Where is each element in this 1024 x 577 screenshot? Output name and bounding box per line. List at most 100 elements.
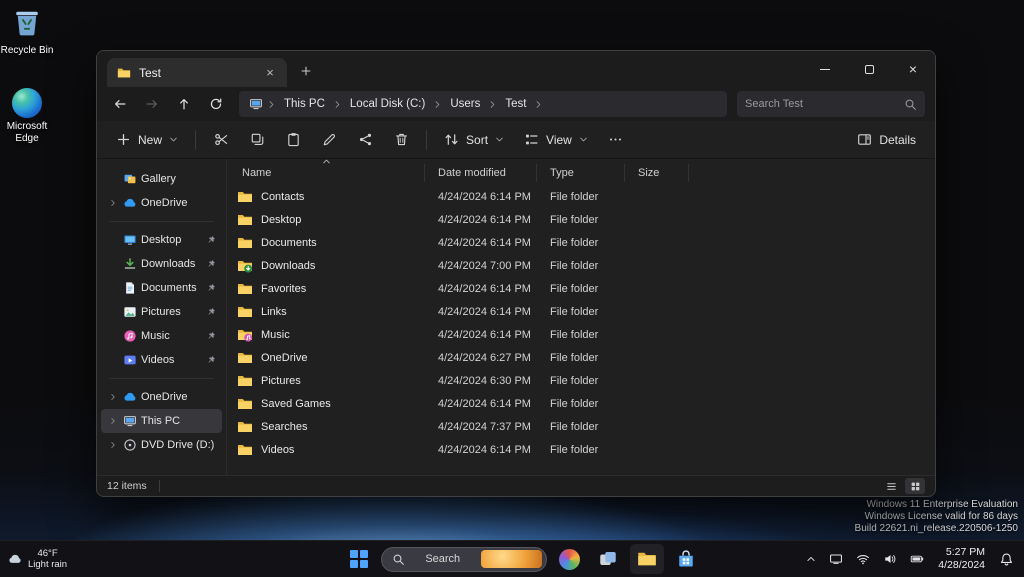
task-view-button[interactable] [591, 544, 625, 574]
notifications-button[interactable] [997, 544, 1016, 574]
breadcrumb-chevron-icon[interactable] [488, 100, 497, 109]
tab-close-button[interactable]: × [261, 64, 279, 82]
breadcrumb-chevron-icon[interactable] [534, 100, 543, 109]
column-header-date-modified[interactable]: Date modified [425, 164, 537, 182]
forward-button[interactable] [137, 91, 167, 117]
sidebar-item-onedrive[interactable]: OneDrive [101, 385, 222, 409]
breadcrumb-item-users[interactable]: Users [444, 95, 486, 113]
sidebar-item-pictures[interactable]: Pictures [101, 300, 222, 324]
file-row-saved-games[interactable]: Saved Games4/24/2024 6:14 PMFile folder [229, 392, 935, 415]
taskbar-search[interactable]: Search [381, 547, 547, 572]
sidebar-item-this-pc[interactable]: This PC [101, 409, 222, 433]
column-header-type[interactable]: Type [537, 164, 625, 182]
start-button[interactable] [342, 544, 376, 574]
widgets-button[interactable] [552, 544, 586, 574]
maximize-button[interactable] [847, 51, 891, 87]
file-name: OneDrive [261, 352, 307, 364]
breadcrumb-chevron-icon[interactable] [333, 100, 342, 109]
sidebar-item-dvd-drive-d-c[interactable]: DVD Drive (D:) C [101, 433, 222, 457]
sidebar-item-documents[interactable]: Documents [101, 276, 222, 300]
sidebar-item-music[interactable]: Music [101, 324, 222, 348]
weather-widget[interactable]: 46°F Light rain [6, 544, 69, 574]
sidebar-item-desktop[interactable]: Desktop [101, 228, 222, 252]
sidebar-item-onedrive[interactable]: OneDrive [101, 191, 222, 215]
explorer-tab[interactable]: Test × [107, 58, 287, 87]
file-name: Links [261, 306, 287, 318]
chevron-down-icon [579, 135, 588, 144]
view-button[interactable]: View [515, 125, 597, 155]
thumbnail-view-toggle[interactable] [905, 478, 925, 494]
explorer-search-box[interactable]: Search Test [737, 91, 925, 117]
file-row-documents[interactable]: Documents4/24/2024 6:14 PMFile folder [229, 231, 935, 254]
expand-chevron-icon[interactable] [109, 199, 117, 207]
clock[interactable]: 5:27 PM 4/28/2024 [935, 544, 988, 574]
breadcrumb-item-local-disk-c[interactable]: Local Disk (C:) [344, 95, 431, 113]
sidebar-item-downloads[interactable]: Downloads [101, 252, 222, 276]
volume-tray-button[interactable] [881, 544, 899, 574]
desktop-icon-microsoft-edge[interactable]: Microsoft Edge [0, 88, 56, 144]
new-button[interactable]: New [107, 125, 187, 155]
pc-icon [123, 414, 137, 428]
file-row-links[interactable]: Links4/24/2024 6:14 PMFile folder [229, 300, 935, 323]
breadcrumb[interactable]: This PC Local Disk (C:) Users Test [239, 91, 727, 117]
file-name: Downloads [261, 260, 315, 272]
file-name: Music [261, 329, 290, 341]
file-explorer-button[interactable] [630, 544, 664, 574]
column-header-size[interactable]: Size [625, 164, 689, 182]
more-options-button[interactable] [599, 125, 633, 155]
up-button[interactable] [169, 91, 199, 117]
file-row-downloads[interactable]: Downloads4/24/2024 7:00 PMFile folder [229, 254, 935, 277]
breadcrumb-chevron-icon[interactable] [433, 100, 442, 109]
share-button[interactable] [348, 125, 382, 155]
file-date-modified: 4/24/2024 6:14 PM [425, 444, 537, 456]
file-row-favorites[interactable]: Favorites4/24/2024 6:14 PMFile folder [229, 277, 935, 300]
desktop-icon-recycle-bin[interactable]: Recycle Bin [0, 6, 56, 56]
file-row-videos[interactable]: Videos4/24/2024 6:14 PMFile folder [229, 438, 935, 461]
watermark-line: Build 22621.ni_release.220506-1250 [855, 523, 1018, 535]
minimize-button[interactable] [803, 51, 847, 87]
hidden-icons-button[interactable] [804, 544, 818, 574]
details-pane-button[interactable]: Details [848, 125, 925, 155]
sort-ascending-icon [322, 157, 331, 166]
store-button[interactable] [669, 544, 703, 574]
weather-temp: 46°F [28, 548, 67, 559]
expand-chevron-icon[interactable] [109, 393, 117, 401]
titlebar[interactable]: Test × × [97, 51, 935, 87]
delete-button[interactable] [384, 125, 418, 155]
file-row-pictures[interactable]: Pictures4/24/2024 6:30 PMFile folder [229, 369, 935, 392]
refresh-button[interactable] [201, 91, 231, 117]
expand-chevron-icon[interactable] [109, 441, 117, 449]
rename-button[interactable] [312, 125, 346, 155]
file-pane: NameDate modifiedTypeSize Contacts4/24/2… [227, 159, 935, 475]
clock-time: 5:27 PM [938, 546, 985, 559]
sort-button[interactable]: Sort [435, 125, 513, 155]
back-button[interactable] [105, 91, 135, 117]
expand-chevron-icon[interactable] [109, 417, 117, 425]
file-row-music[interactable]: Music4/24/2024 6:14 PMFile folder [229, 323, 935, 346]
network-tray-button[interactable] [854, 544, 872, 574]
folder-icon [237, 373, 253, 389]
details-view-toggle[interactable] [881, 478, 901, 494]
file-type: File folder [537, 398, 625, 410]
file-row-onedrive[interactable]: OneDrive4/24/2024 6:27 PMFile folder [229, 346, 935, 369]
new-tab-button[interactable] [293, 58, 319, 84]
breadcrumb-item-this-pc[interactable]: This PC [278, 95, 331, 113]
column-header-name[interactable]: Name [229, 164, 425, 182]
recycle-bin-icon [11, 6, 43, 38]
copy-button[interactable] [240, 125, 274, 155]
breadcrumb-chevron-icon[interactable] [267, 100, 276, 109]
close-button[interactable]: × [891, 51, 935, 87]
watermark-line: Windows 11 Enterprise Evaluation [855, 499, 1018, 511]
battery-tray-button[interactable] [908, 544, 926, 574]
cut-button[interactable] [204, 125, 238, 155]
file-row-desktop[interactable]: Desktop4/24/2024 6:14 PMFile folder [229, 208, 935, 231]
breadcrumb-item-test[interactable]: Test [499, 95, 532, 113]
cast-tray-button[interactable] [827, 544, 845, 574]
pictures-icon [123, 305, 137, 319]
file-row-searches[interactable]: Searches4/24/2024 7:37 PMFile folder [229, 415, 935, 438]
file-row-contacts[interactable]: Contacts4/24/2024 6:14 PMFile folder [229, 185, 935, 208]
sidebar-item-gallery[interactable]: Gallery [101, 167, 222, 191]
weather-condition: Light rain [28, 559, 67, 570]
paste-button[interactable] [276, 125, 310, 155]
sidebar-item-videos[interactable]: Videos [101, 348, 222, 372]
